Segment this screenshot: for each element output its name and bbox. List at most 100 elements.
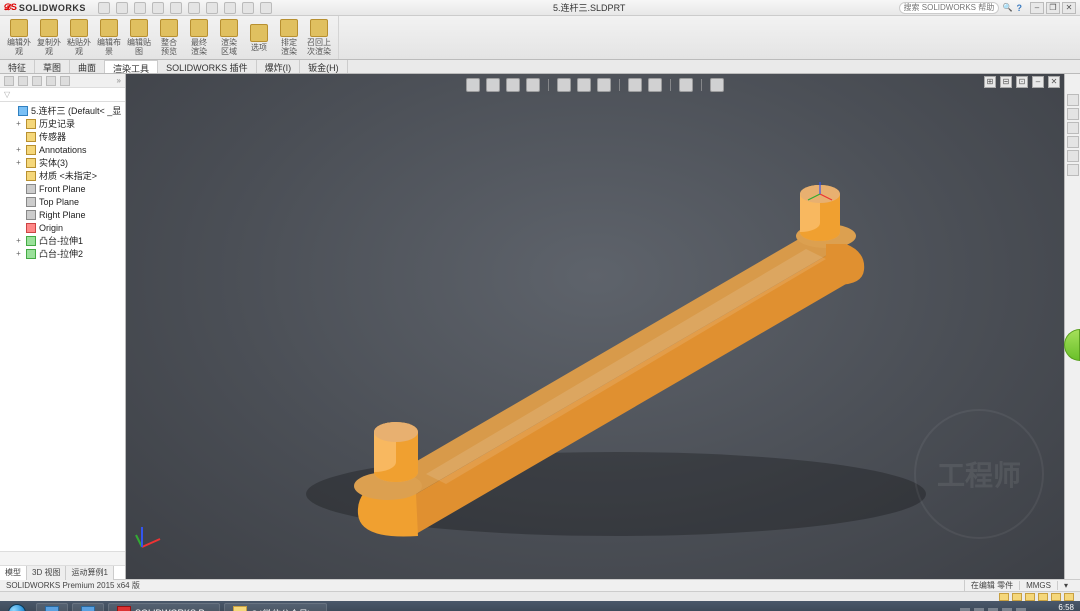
motion-tab[interactable]: 模型	[0, 566, 27, 580]
tree-node[interactable]: +凸台-拉伸2	[0, 247, 125, 260]
qat-select-icon[interactable]	[242, 2, 254, 14]
ribbon-icon	[190, 19, 208, 37]
qat-undo-icon[interactable]	[206, 2, 218, 14]
taskbar-solidworks[interactable]: SOLIDWORKS P...	[108, 603, 220, 611]
taskpane-resources-icon[interactable]	[1067, 94, 1079, 106]
taskpane-view-palette-icon[interactable]	[1067, 136, 1079, 148]
tab-草图[interactable]: 草图	[35, 60, 70, 73]
orientation-triad[interactable]	[134, 525, 164, 555]
expand-icon[interactable]: +	[14, 119, 23, 128]
ribbon-btn-0[interactable]: 编辑外 观	[4, 18, 34, 58]
motion-tabs: 模型3D 视图运动算例1	[0, 566, 125, 580]
qat-new-icon[interactable]	[98, 2, 110, 14]
ribbon-icon	[220, 19, 238, 37]
tree-filter[interactable]: ▽	[0, 88, 125, 102]
ime-e-icon[interactable]	[1064, 593, 1074, 601]
taskpane-file-explorer-icon[interactable]	[1067, 122, 1079, 134]
taskpane-appearances-icon[interactable]	[1067, 150, 1079, 162]
tree-node[interactable]: 传感器	[0, 130, 125, 143]
tab-渲染工具[interactable]: 渲染工具	[105, 60, 158, 73]
tree-node[interactable]: Top Plane	[0, 195, 125, 208]
tab-特征[interactable]: 特征	[0, 60, 35, 73]
ribbon-btn-4[interactable]: 编辑贴 图	[124, 18, 154, 58]
qat-print-icon[interactable]	[152, 2, 164, 14]
ribbon-btn-5[interactable]: 整合 预览	[154, 18, 184, 58]
taskpane-design-lib-icon[interactable]	[1067, 108, 1079, 120]
close-button[interactable]: ✕	[1062, 2, 1076, 14]
ribbon-btn-6[interactable]: 最终 渲染	[184, 18, 214, 58]
tree-node[interactable]: +凸台-拉伸1	[0, 234, 125, 247]
expand-icon[interactable]: +	[14, 158, 23, 167]
tree-node[interactable]: 5.连杆三 (Default< _显	[0, 104, 125, 117]
tab-SOLIDWORKS 插件[interactable]: SOLIDWORKS 插件	[158, 60, 257, 73]
ribbon-btn-8[interactable]: 选项	[244, 18, 274, 58]
graphics-viewport[interactable]: ⊞ ⊟ ⊡ – ✕	[126, 74, 1064, 579]
tree-tab-feature-icon[interactable]	[4, 76, 14, 86]
solidworks-icon	[117, 606, 131, 611]
ribbon-btn-2[interactable]: 粘贴外 观	[64, 18, 94, 58]
taskbar-pinned-app[interactable]	[72, 603, 104, 611]
tree-node[interactable]: 材质 <未指定>	[0, 169, 125, 182]
maximize-button[interactable]: ❐	[1046, 2, 1060, 14]
qat-options-icon[interactable]	[188, 2, 200, 14]
ime-b-icon[interactable]	[1025, 593, 1035, 601]
search-go-icon[interactable]: 🔍	[1003, 3, 1013, 12]
tree-node[interactable]: Front Plane	[0, 182, 125, 195]
start-button[interactable]	[0, 601, 34, 611]
quick-access-toolbar	[90, 2, 280, 14]
ribbon-btn-3[interactable]: 编辑布 景	[94, 18, 124, 58]
taskpane-custom-props-icon[interactable]	[1067, 164, 1079, 176]
qat-rebuild-icon[interactable]	[170, 2, 182, 14]
qat-redo-icon[interactable]	[224, 2, 236, 14]
app-name: SOLIDWORKS	[19, 3, 86, 13]
status-extra[interactable]: ▾	[1057, 581, 1074, 590]
ribbon-btn-1[interactable]: 复制外 观	[34, 18, 64, 58]
qat-open-icon[interactable]	[116, 2, 128, 14]
tree-node[interactable]: + 历史记录	[0, 117, 125, 130]
motion-tab[interactable]: 3D 视图	[27, 566, 66, 580]
tree-collapse-icon[interactable]: »	[117, 76, 121, 85]
ribbon-btn-10[interactable]: 召回上 次渲染	[304, 18, 334, 58]
minimize-button[interactable]: –	[1030, 2, 1044, 14]
node-icon	[26, 145, 36, 155]
expand-icon[interactable]: +	[14, 249, 23, 258]
feature-tree[interactable]: 5.连杆三 (Default< _显 + 历史记录传感器+Annotations+实…	[0, 102, 125, 551]
node-label: Origin	[39, 223, 63, 233]
tree-node[interactable]: Right Plane	[0, 208, 125, 221]
model-3d	[126, 74, 1064, 579]
node-label: 历史记录	[39, 117, 75, 130]
status-units[interactable]: MMGS	[1019, 581, 1057, 590]
tree-tab-config-icon[interactable]	[32, 76, 42, 86]
ime-c-icon[interactable]	[1038, 593, 1048, 601]
tree-node[interactable]: Origin	[0, 221, 125, 234]
ribbon-btn-7[interactable]: 渲染 区域	[214, 18, 244, 58]
qat-appearance-icon[interactable]	[260, 2, 272, 14]
tree-node[interactable]: +Annotations	[0, 143, 125, 156]
motion-tab[interactable]: 运动算例1	[66, 566, 113, 580]
node-icon	[26, 184, 36, 194]
node-label: Top Plane	[39, 197, 79, 207]
expand-icon[interactable]: +	[14, 145, 23, 154]
tree-tab-property-icon[interactable]	[18, 76, 28, 86]
ime-a-icon[interactable]	[1012, 593, 1022, 601]
tree-node[interactable]: +实体(3)	[0, 156, 125, 169]
ime-ch-icon[interactable]	[999, 593, 1009, 601]
taskbar-pinned-app[interactable]	[36, 603, 68, 611]
tab-钣金(H)[interactable]: 钣金(H)	[300, 60, 348, 73]
taskbar-clock[interactable]: 6:58 2019/5/23	[1032, 603, 1080, 611]
taskpane-flyout-handle[interactable]	[1064, 329, 1080, 361]
status-mode: 在编辑 零件	[964, 580, 1019, 591]
help-icon[interactable]: ?	[1017, 3, 1023, 13]
start-orb-icon	[8, 604, 26, 611]
taskbar-explorer[interactable]: G:\微信公众号\...	[224, 603, 327, 611]
ribbon-btn-9[interactable]: 排定 渲染	[274, 18, 304, 58]
expand-icon[interactable]: +	[14, 236, 23, 245]
tab-爆炸(I)[interactable]: 爆炸(I)	[257, 60, 301, 73]
tree-scroll[interactable]	[0, 552, 125, 566]
tree-tab-dim-icon[interactable]	[46, 76, 56, 86]
search-input[interactable]	[899, 2, 999, 14]
qat-save-icon[interactable]	[134, 2, 146, 14]
tab-曲面[interactable]: 曲面	[70, 60, 105, 73]
tree-tab-render-icon[interactable]	[60, 76, 70, 86]
ime-d-icon[interactable]	[1051, 593, 1061, 601]
